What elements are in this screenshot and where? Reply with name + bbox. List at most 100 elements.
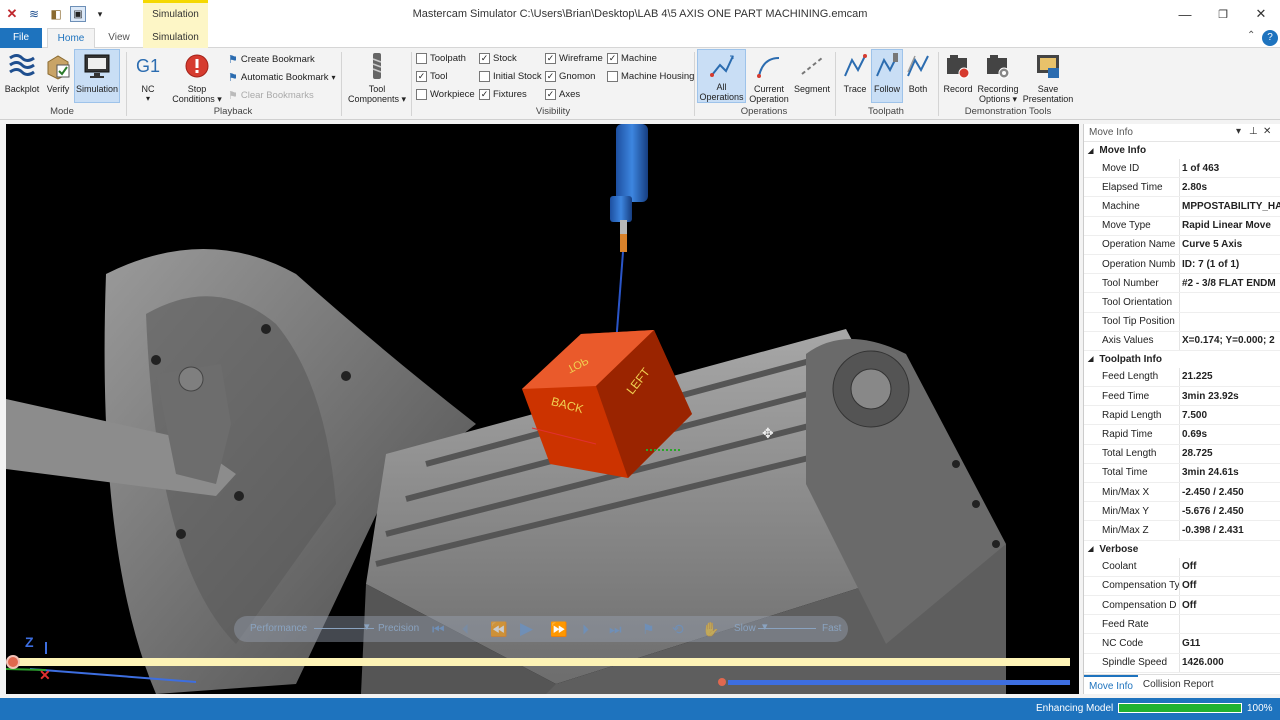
collapse-icon[interactable]: ◢ [1088,147,1093,155]
skip-start-icon[interactable]: ⏮ [432,621,445,638]
restore-icon[interactable]: ❐ [1204,0,1242,28]
playback-control-bar: Performance ▾ Precision ⏮ ⏴ ⏪ ▶ ⏩ ⏵ ⏭ ⚑ … [234,616,848,642]
property-row: Operation Numb ID: 7 (1 of 1) [1084,254,1280,275]
checkbox-initial-stock[interactable]: Initial Stock [479,71,542,82]
timeline-thumb[interactable] [6,655,20,669]
tab-simulation[interactable]: Simulation [143,28,208,48]
recording-options-icon [983,50,1013,82]
checkbox-label: Wireframe [559,53,603,64]
slider-thumb-icon[interactable]: ▾ [364,620,370,633]
section-header[interactable]: ◢ Verbose [1084,541,1280,558]
checkbox-icon[interactable]: ✓ [545,71,556,82]
follow-button[interactable]: Follow [871,49,903,103]
section-header[interactable]: ◢ Move Info [1084,142,1280,159]
checkbox-icon[interactable] [416,89,427,100]
property-key: Move Type [1084,216,1180,235]
tab-file[interactable]: File [0,28,42,48]
checkbox-machine[interactable]: ✓ Machine [607,53,657,64]
minimize-icon[interactable]: — [1166,0,1204,28]
help-icon[interactable]: ? [1262,30,1278,46]
tab-collision-report[interactable]: Collision Report [1138,675,1219,694]
checkbox-stock[interactable]: ✓ Stock [479,53,517,64]
checkbox-gnomon[interactable]: ✓ Gnomon [545,71,595,82]
checkbox-icon[interactable]: ✓ [545,89,556,100]
group-label-operations: Operations [740,106,788,117]
rewind-icon[interactable]: ⏪ [490,621,507,638]
checkbox-icon[interactable]: ✓ [416,71,427,82]
pause-on-collision-icon[interactable]: ✋ [702,621,719,638]
simulation-button[interactable]: Simulation [74,49,120,103]
save-presentation-icon [1033,50,1063,82]
recording-options-button[interactable]: Recording Options ▾ [976,50,1020,104]
step-back-icon[interactable]: ⏴ [462,621,469,638]
checkbox-toolpath[interactable]: Toolpath [416,53,466,64]
collapse-icon[interactable]: ◢ [1088,355,1093,363]
automatic-bookmark-button[interactable]: ⚑ Automatic Bookmark ▾ [228,71,336,84]
property-row: Min/Max Y -5.676 / 2.450 [1084,502,1280,522]
property-value: MPPOSTABILITY_HA [1182,200,1280,212]
checkbox-tool[interactable]: ✓ Tool [416,71,447,82]
tool-components-button[interactable]: Tool Components ▾ [347,50,407,104]
group-label-visibility: Visibility [535,106,571,117]
checkbox-icon[interactable] [416,53,427,64]
pin-icon[interactable]: ⊥ [1249,126,1258,137]
segment-button[interactable]: Segment [792,50,832,94]
stop-conditions-button[interactable]: Stop Conditions ▾ [170,50,224,104]
loop-icon[interactable]: ⟲ [672,621,684,638]
tab-move-info[interactable]: Move Info [1084,675,1138,694]
checkbox-axes[interactable]: ✓ Axes [545,89,580,100]
current-operation-button[interactable]: Current Operation [748,50,790,104]
play-icon[interactable]: ▶ [520,619,533,639]
backplot-button[interactable]: Backplot [4,50,40,94]
property-row: Compensation Ty Off [1084,576,1280,596]
timeline-track[interactable] [12,658,1070,666]
checkbox-icon[interactable] [607,71,618,82]
checkbox-icon[interactable]: ✓ [479,53,490,64]
speed-thumb-icon[interactable]: ▾ [762,620,768,633]
skip-end-icon[interactable]: ⏭ [609,621,622,638]
checkbox-icon[interactable]: ✓ [607,53,618,64]
tab-view[interactable]: View [100,28,138,48]
checkbox-icon[interactable]: ✓ [479,89,490,100]
tab-home[interactable]: Home [47,28,95,49]
fast-forward-icon[interactable]: ⏩ [550,621,567,638]
verify-button[interactable]: Verify [44,50,72,94]
simulation-viewport[interactable]: TOP BACK LEFT ✥ Z ✕ Performance ▾ Precis… [6,124,1079,694]
checkbox-machine-housing[interactable]: Machine Housing [607,71,694,82]
customize-quick-access-icon[interactable]: ▾ [92,6,108,22]
checkbox-fixtures[interactable]: ✓ Fixtures [479,89,527,100]
checkbox-icon[interactable]: ✓ [545,53,556,64]
all-operations-button[interactable]: All Operations [697,49,746,103]
checkbox-wireframe[interactable]: ✓ Wireframe [545,53,603,64]
drill-icon [362,50,392,82]
clear-bookmarks-button[interactable]: ⚑ Clear Bookmarks [228,89,314,102]
both-button[interactable]: Both [905,50,931,94]
close-icon[interactable]: ✕ [1263,126,1271,137]
checkbox-icon[interactable] [479,71,490,82]
both-icon [903,50,933,82]
ribbon-tabs: File Home View Simulation ⌃ ? [0,28,1280,49]
verify-icon[interactable]: ◧ [48,6,64,22]
record-button[interactable]: Record [942,50,974,94]
property-row: Rapid Time 0.69s [1084,425,1280,445]
trace-button[interactable]: Trace [841,50,869,94]
save-presentation-button[interactable]: Save Presentation [1022,50,1074,104]
checkbox-label: Stock [493,53,517,64]
collapse-ribbon-icon[interactable]: ⌃ [1247,30,1255,41]
simulation-icon[interactable]: ▣ [70,6,86,22]
property-key: Axis Values [1084,331,1180,350]
create-bookmark-button[interactable]: ⚑ Create Bookmark [228,53,315,66]
trace-icon [840,50,870,82]
verify-icon [43,50,73,82]
nc-button[interactable]: G1 NC ▾ [134,50,162,104]
collapse-icon[interactable]: ◢ [1088,545,1093,553]
panel-dropdown-icon[interactable]: ▾ [1236,126,1241,137]
close-icon[interactable]: ✕ [1242,0,1280,28]
property-key: Coolant [1084,557,1180,576]
checkbox-workpiece[interactable]: Workpiece [416,89,475,100]
bookmark-icon[interactable]: ⚑ [642,621,655,638]
section-header[interactable]: ◢ Toolpath Info [1084,351,1280,368]
waves-icon[interactable]: ≋ [26,6,42,22]
step-forward-icon[interactable]: ⏵ [582,621,589,638]
property-value: 28.725 [1182,448,1213,460]
